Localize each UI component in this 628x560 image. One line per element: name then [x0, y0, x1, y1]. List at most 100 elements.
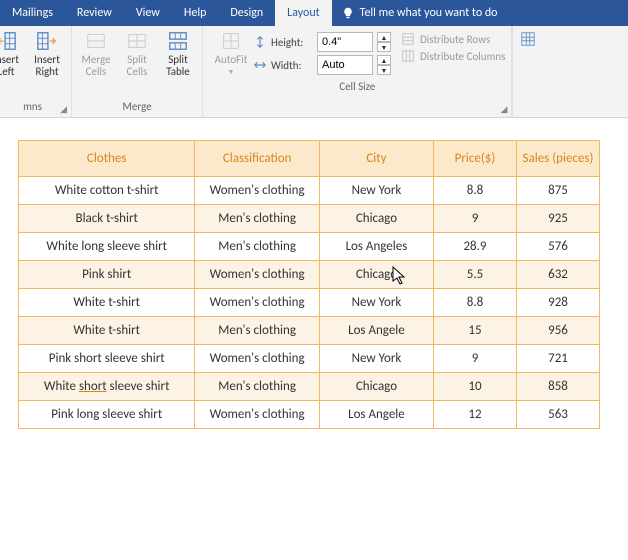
table-cell[interactable]: Women's clothing — [195, 177, 320, 205]
table-cell[interactable]: Pink short sleeve shirt — [19, 345, 195, 373]
table-cell[interactable]: 632 — [517, 261, 600, 289]
table-cell[interactable]: 10 — [434, 373, 517, 401]
table-cell[interactable]: Chicago — [319, 373, 433, 401]
table-cell[interactable]: White long sleeve shirt — [19, 233, 195, 261]
width-label: Width: — [271, 59, 313, 72]
align-grid-icon[interactable] — [519, 30, 537, 48]
split-table-button[interactable]: SplitTable — [160, 28, 196, 98]
table-row[interactable]: White short sleeve shirtMen's clothingCh… — [19, 373, 600, 401]
table-cell[interactable]: 15 — [434, 317, 517, 345]
table-cell[interactable]: Men's clothing — [195, 205, 320, 233]
table-row[interactable]: Pink shirtWomen's clothingChicago5.5632 — [19, 261, 600, 289]
table-cell[interactable]: Women's clothing — [195, 401, 320, 429]
ribbon-body: InsertLeft InsertRight mns ◢ MergeCells … — [0, 26, 628, 118]
width-input[interactable] — [317, 55, 373, 75]
table-row[interactable]: Pink short sleeve shirtWomen's clothingN… — [19, 345, 600, 373]
table-cell[interactable]: 12 — [434, 401, 517, 429]
table-cell[interactable]: Men's clothing — [195, 233, 320, 261]
table-cell[interactable]: New York — [319, 177, 433, 205]
table-cell[interactable]: White short sleeve shirt — [19, 373, 195, 401]
table-cell[interactable]: Women's clothing — [195, 289, 320, 317]
insert-right-label: InsertRight — [34, 54, 60, 78]
table-cell[interactable]: White t-shirt — [19, 317, 195, 345]
col-header-classification[interactable]: Classification — [195, 141, 320, 177]
dialog-launcher-icon[interactable]: ◢ — [501, 104, 508, 115]
table-cell[interactable]: 576 — [517, 233, 600, 261]
table-cell[interactable]: White t-shirt — [19, 289, 195, 317]
table-cell[interactable]: Chicago — [319, 261, 433, 289]
tell-me-search[interactable]: Tell me what you want to do — [332, 6, 508, 20]
table-cell[interactable]: 956 — [517, 317, 600, 345]
table-cell[interactable]: 858 — [517, 373, 600, 401]
table-cell[interactable]: Black t-shirt — [19, 205, 195, 233]
distribute-columns-button[interactable]: Distribute Columns — [401, 49, 505, 63]
table-cell[interactable]: 5.5 — [434, 261, 517, 289]
table-cell[interactable]: 563 — [517, 401, 600, 429]
tab-layout[interactable]: Layout — [275, 0, 332, 26]
table-cell[interactable]: Men's clothing — [195, 317, 320, 345]
tab-help[interactable]: Help — [172, 0, 219, 26]
split-cells-button: SplitCells — [119, 28, 155, 98]
table-cell[interactable]: Los Angeles — [319, 233, 433, 261]
col-header-sales[interactable]: Sales (pieces) — [517, 141, 600, 177]
distribute-rows-icon — [401, 32, 415, 46]
table-cell[interactable]: 925 — [517, 205, 600, 233]
group-cell-size: AutoFit ▼ Height: ▲▼ Width: ▲▼ — [203, 26, 512, 117]
table-cell[interactable]: 875 — [517, 177, 600, 205]
table-cell[interactable]: 8.8 — [434, 289, 517, 317]
col-header-clothes[interactable]: Clothes — [19, 141, 195, 177]
distribute-rows-label: Distribute Rows — [420, 33, 490, 46]
autofit-label: AutoFit — [215, 54, 248, 66]
height-input[interactable] — [317, 32, 373, 52]
table-cell[interactable]: 928 — [517, 289, 600, 317]
merge-cells-button: MergeCells — [78, 28, 114, 98]
height-spinner[interactable]: ▲▼ — [377, 32, 391, 52]
group-rows-columns-label: mns — [0, 98, 65, 115]
table-row[interactable]: Pink long sleeve shirtWomen's clothingLo… — [19, 401, 600, 429]
table-cell[interactable]: New York — [319, 345, 433, 373]
table-cell[interactable]: 9 — [434, 205, 517, 233]
table-cell[interactable]: 8.8 — [434, 177, 517, 205]
table-cell[interactable]: Men's clothing — [195, 373, 320, 401]
distribute-columns-icon — [401, 49, 415, 63]
split-table-icon — [167, 30, 189, 52]
width-spinner[interactable]: ▲▼ — [377, 55, 391, 75]
table-cell[interactable]: Chicago — [319, 205, 433, 233]
table-cell[interactable]: 9 — [434, 345, 517, 373]
chevron-down-icon: ▼ — [228, 67, 235, 76]
group-rows-columns: InsertLeft InsertRight mns ◢ — [0, 26, 72, 117]
data-table[interactable]: Clothes Classification City Price($) Sal… — [18, 140, 600, 429]
tab-design[interactable]: Design — [218, 0, 275, 26]
autofit-button: AutoFit ▼ — [209, 28, 253, 78]
distribute-columns-label: Distribute Columns — [420, 50, 505, 63]
tab-view[interactable]: View — [124, 0, 172, 26]
table-row[interactable]: White t-shirtMen's clothingLos Angele159… — [19, 317, 600, 345]
table-cell[interactable]: Pink long sleeve shirt — [19, 401, 195, 429]
insert-left-button[interactable]: InsertLeft — [0, 28, 24, 98]
table-cell[interactable]: 28.9 — [434, 233, 517, 261]
col-header-price[interactable]: Price($) — [434, 141, 517, 177]
table-cell[interactable]: Women's clothing — [195, 345, 320, 373]
group-alignment-collapsed — [512, 26, 543, 117]
table-row[interactable]: Black t-shirtMen's clothingChicago9925 — [19, 205, 600, 233]
table-cell[interactable]: Los Angele — [319, 401, 433, 429]
table-cell[interactable]: Los Angele — [319, 317, 433, 345]
lightbulb-icon — [342, 7, 354, 19]
distribute-rows-button[interactable]: Distribute Rows — [401, 32, 505, 46]
table-row[interactable]: White long sleeve shirtMen's clothingLos… — [19, 233, 600, 261]
table-cell[interactable]: Women's clothing — [195, 261, 320, 289]
col-header-city[interactable]: City — [319, 141, 433, 177]
table-row[interactable]: White cotton t-shirtWomen's clothingNew … — [19, 177, 600, 205]
tell-me-label: Tell me what you want to do — [360, 6, 498, 20]
table-cell[interactable]: Pink shirt — [19, 261, 195, 289]
table-cell[interactable]: 721 — [517, 345, 600, 373]
insert-right-icon — [36, 30, 58, 52]
tab-review[interactable]: Review — [65, 0, 124, 26]
insert-right-button[interactable]: InsertRight — [29, 28, 65, 98]
split-table-label: SplitTable — [166, 54, 190, 78]
tab-mailings[interactable]: Mailings — [0, 0, 65, 26]
table-cell[interactable]: New York — [319, 289, 433, 317]
table-cell[interactable]: White cotton t-shirt — [19, 177, 195, 205]
table-row[interactable]: White t-shirtWomen's clothingNew York8.8… — [19, 289, 600, 317]
dialog-launcher-icon[interactable]: ◢ — [60, 104, 67, 115]
